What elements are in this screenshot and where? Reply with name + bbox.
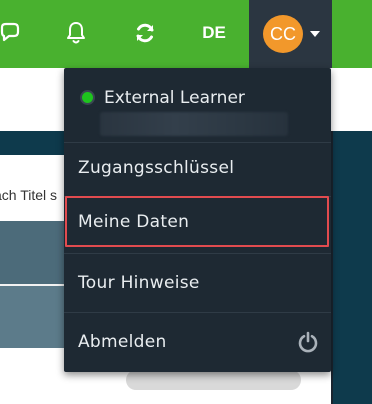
menu-item-access-keys[interactable]: Zugangsschlüssel [64, 143, 331, 197]
caret-down-icon [310, 31, 320, 37]
username: External Learner [104, 88, 245, 108]
user-info: External Learner [64, 68, 331, 142]
power-icon[interactable] [297, 331, 319, 353]
redacted-email [100, 112, 288, 136]
search-field-fragment[interactable]: ach Titel s [0, 184, 64, 206]
language-selector[interactable]: DE [199, 21, 229, 45]
refresh-icon[interactable] [133, 20, 157, 46]
menu-item-logout[interactable]: Abmelden [64, 313, 331, 372]
highlight-box [65, 196, 329, 247]
top-navigation-bar: DE CC [0, 0, 372, 68]
online-status-icon [82, 92, 93, 103]
avatar[interactable]: CC [263, 15, 303, 53]
menu-item-label: Tour Hinweise [78, 273, 200, 293]
user-dropdown-menu: External Learner Zugangsschlüssel Meine … [64, 68, 331, 372]
menu-item-tour-hints[interactable]: Tour Hinweise [64, 254, 331, 312]
chat-icon[interactable] [0, 20, 22, 46]
table-row[interactable] [0, 221, 64, 284]
right-panel [333, 131, 372, 404]
user-menu-trigger[interactable]: CC [249, 0, 332, 68]
table-row[interactable] [0, 286, 64, 348]
bell-icon[interactable] [64, 20, 88, 46]
content-header-band [0, 131, 64, 155]
menu-item-label: Zugangsschlüssel [78, 158, 235, 178]
horizontal-scrollbar[interactable] [126, 370, 301, 390]
menu-item-label: Abmelden [78, 332, 167, 352]
